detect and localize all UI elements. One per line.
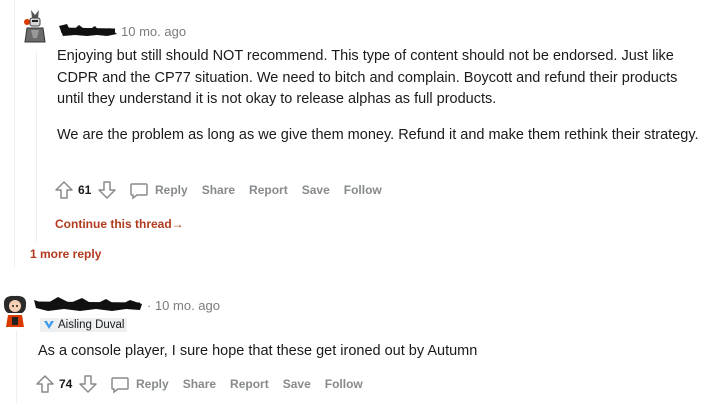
comment-paragraph: Enjoying but still should NOT recommend.… bbox=[57, 48, 678, 107]
more-replies-link[interactable]: 1 more reply bbox=[30, 247, 101, 261]
continue-thread-link[interactable]: Continue this thread→ bbox=[55, 217, 184, 231]
arrow-right-icon: → bbox=[171, 217, 184, 231]
redacted-username[interactable] bbox=[57, 20, 119, 40]
user-flair: Aisling Duval bbox=[40, 318, 128, 332]
comment-timestamp: 10 mo. ago bbox=[121, 24, 187, 39]
follow-button[interactable]: Follow bbox=[325, 377, 363, 391]
flair-label: Aisling Duval bbox=[58, 319, 125, 331]
reply-button[interactable]: Reply bbox=[129, 180, 188, 200]
user-avatar[interactable] bbox=[0, 293, 30, 329]
comment-bubble-icon bbox=[130, 183, 148, 200]
comment-timestamp: · 10 mo. ago bbox=[147, 298, 220, 313]
comment-body: Enjoying but still should NOT recommend.… bbox=[57, 46, 707, 146]
upvote-icon[interactable] bbox=[35, 374, 55, 394]
reply-label: Reply bbox=[136, 377, 169, 391]
comment-actions: 74 Reply Share Report Save Follow bbox=[35, 373, 377, 395]
comment-paragraph: We are the problem as long as we give th… bbox=[57, 126, 699, 143]
redacted-username[interactable] bbox=[32, 294, 144, 314]
save-button[interactable]: Save bbox=[283, 377, 311, 391]
reply-label: Reply bbox=[155, 183, 188, 197]
vote-count: 61 bbox=[78, 183, 92, 197]
upvote-icon[interactable] bbox=[54, 180, 74, 200]
comment-body: As a console player, I sure hope that th… bbox=[38, 341, 698, 363]
share-button[interactable]: Share bbox=[183, 377, 216, 391]
report-button[interactable]: Report bbox=[249, 183, 288, 197]
downvote-icon[interactable] bbox=[78, 374, 98, 394]
share-button[interactable]: Share bbox=[202, 183, 235, 197]
vote-count: 74 bbox=[59, 377, 73, 391]
thread-line-outer[interactable] bbox=[14, 0, 15, 268]
comment-actions: 61 Reply Share Report Save Follow bbox=[54, 179, 396, 201]
save-button[interactable]: Save bbox=[302, 183, 330, 197]
comment-paragraph: As a console player, I sure hope that th… bbox=[38, 343, 478, 359]
reply-button[interactable]: Reply bbox=[110, 374, 169, 394]
follow-button[interactable]: Follow bbox=[344, 183, 382, 197]
downvote-icon[interactable] bbox=[97, 180, 117, 200]
continue-thread-label: Continue this thread bbox=[55, 217, 172, 231]
aisling-duval-emblem-icon bbox=[44, 321, 54, 329]
user-avatar[interactable] bbox=[22, 8, 48, 44]
report-button[interactable]: Report bbox=[230, 377, 269, 391]
thread-line-comment2[interactable] bbox=[16, 330, 17, 403]
comment-bubble-icon bbox=[111, 377, 129, 394]
thread-line-comment1[interactable] bbox=[36, 52, 37, 242]
